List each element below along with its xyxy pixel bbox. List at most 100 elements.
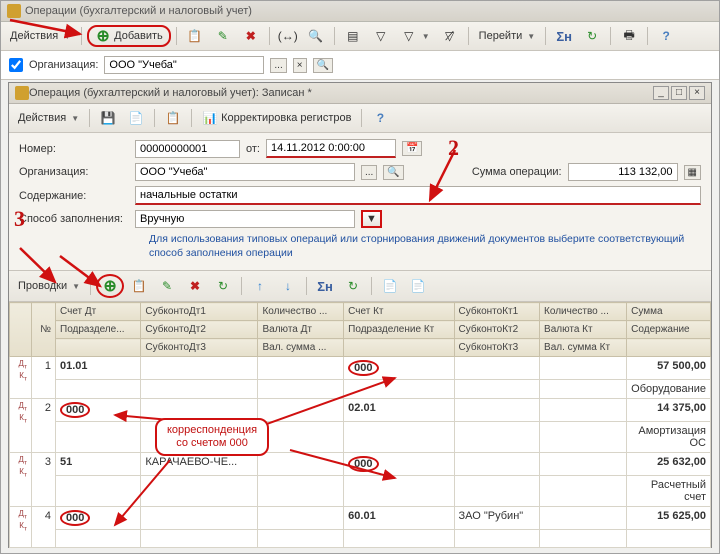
help-button[interactable]: ? [653,25,679,47]
sigma-button[interactable]: Σн [551,25,577,47]
cell-acct-kt[interactable]: 000 [344,357,454,380]
cell-sum[interactable]: 15 625,00 [627,507,711,530]
cell-acct-kt[interactable]: 000 [344,453,454,476]
cell-subk-kt[interactable]: ЗАО "Рубин" [454,507,540,530]
typical-button[interactable]: 📋 [160,107,186,129]
operation-edit-window: Операция (бухгалтерский и налоговый учет… [8,82,712,548]
form2-button[interactable]: 📄 [405,275,431,297]
cell-subk-kt[interactable] [454,399,540,422]
date-input[interactable] [266,139,396,158]
delete-button[interactable]: ✖ [238,25,264,47]
cell-acct-dt[interactable]: 000 [56,507,141,530]
post-button[interactable]: 📄 [123,107,149,129]
sum-calc-button[interactable]: ▦ [684,165,701,180]
cell-desc[interactable]: Оборудование [627,380,711,399]
org-select-button[interactable]: ... [270,58,286,73]
org-filter-input[interactable] [104,56,264,74]
help-button[interactable]: ? [367,107,393,129]
filter2-button[interactable]: ▽▼ [396,25,435,47]
plus-icon: ⊕ [102,278,118,294]
table-row-sub[interactable]: Оборудование [10,380,711,399]
col-sum[interactable]: Сумма [627,303,711,321]
org-filter-checkbox[interactable] [9,58,23,72]
sum-input[interactable] [568,163,678,181]
tree-button[interactable]: ▤ [340,25,366,47]
cell-sum[interactable]: 57 500,00 [627,357,711,380]
calendar-button[interactable]: 📅 [402,141,422,156]
clear-filter-button[interactable]: ▽̸ [437,25,463,47]
entries-label[interactable]: Проводки▼ [13,277,85,295]
cell-subk-dt[interactable] [141,507,258,530]
form-area: Номер: от: 📅 Организация: ... 🔍 Сумма оп… [9,133,711,266]
refresh-rows-button[interactable]: ↻ [210,275,236,297]
table-row[interactable]: ДтКт 2 000 02.01 14 375,00 [10,399,711,422]
number-input[interactable] [135,140,240,158]
fill-mode-dropdown[interactable]: ▼ [361,210,382,228]
table-row[interactable]: ДтКт 4 000 60.01 ЗАО "Рубин" 15 625,00 [10,507,711,530]
cell-acct-dt[interactable]: 01.01 [56,357,141,380]
refresh2-button[interactable]: ↻ [340,275,366,297]
table-row[interactable]: ДтКт 1 01.01 000 57 500,00 [10,357,711,380]
print-button[interactable]: 🖶 [616,25,642,47]
actions-menu[interactable]: Действия ▼ [5,27,76,45]
move-up-button[interactable]: ↑ [247,275,273,297]
arrow-up-icon: ↑ [252,278,268,294]
cell-acct-kt[interactable]: 02.01 [344,399,454,422]
cell-subk-dt[interactable] [141,357,258,380]
cell-acct-dt[interactable]: 000 [56,399,141,422]
col-num[interactable]: № [32,303,56,357]
cell-sum[interactable]: 25 632,00 [627,453,711,476]
org-open-button[interactable]: 🔍 [383,165,403,180]
table-row[interactable]: ДтКт 3 51 КАРАЧАЕВО-ЧЕ... 000 25 632,00 [10,453,711,476]
org-clear-button[interactable]: × [293,58,307,73]
org-input[interactable] [135,163,355,181]
cell-acct-kt[interactable]: 60.01 [344,507,454,530]
cell-acct-dt[interactable]: 51 [56,453,141,476]
outer-window-title: Операции (бухгалтерский и налоговый учет… [25,5,252,17]
minimize-button[interactable]: _ [653,86,669,100]
table-row-sub[interactable] [10,530,711,548]
cell-desc[interactable]: Расчетный счет [627,476,711,507]
col-acct-dt[interactable]: Счет Дт [56,303,141,321]
refresh-button[interactable]: ↻ [579,25,605,47]
add-button[interactable]: ⊕ Добавить [87,25,171,47]
move-down-button[interactable]: ↓ [275,275,301,297]
col-qty-kt[interactable]: Количество ... [540,303,627,321]
cell-subk-kt[interactable] [454,357,540,380]
org-select-button[interactable]: ... [361,165,377,180]
copy-row-button[interactable]: 📋 [126,275,152,297]
nav-button[interactable]: (↔) [275,25,301,47]
maximize-button[interactable]: □ [671,86,687,100]
sigma-button[interactable]: Σн [312,275,338,297]
find-button[interactable]: 🔍 [303,25,329,47]
filter-button[interactable]: ▽ [368,25,394,47]
col-subk-kt1[interactable]: СубконтоКт1 [454,303,540,321]
delete-row-button[interactable]: ✖ [182,275,208,297]
edit-button[interactable]: ✎ [210,25,236,47]
cell-desc[interactable]: Амортизация ОС [627,422,711,453]
close-button[interactable]: × [689,86,705,100]
cell-subk-dt[interactable]: КАРАЧАЕВО-ЧЕ... [141,453,258,476]
date-from-label: от: [246,143,260,155]
cell-desc[interactable] [627,530,711,548]
fill-mode-input[interactable] [135,210,355,228]
actions-menu[interactable]: Действия▼ [13,109,84,127]
table-row-sub[interactable]: Расчетный счет [10,476,711,507]
col-acct-kt[interactable]: Счет Кт [344,303,454,321]
col-subk-dt1[interactable]: СубконтоДт1 [141,303,258,321]
edit-row-button[interactable]: ✎ [154,275,180,297]
copy-button[interactable]: 📋 [182,25,208,47]
cell-sum[interactable]: 14 375,00 [627,399,711,422]
org-open-button[interactable]: 🔍 [313,58,333,73]
form1-button[interactable]: 📄 [377,275,403,297]
cell-subk-kt[interactable] [454,453,540,476]
content-input[interactable] [135,186,701,205]
col-qty-dt[interactable]: Количество ... [258,303,344,321]
save-button[interactable]: 💾 [95,107,121,129]
goto-menu[interactable]: Перейти▼ [474,27,541,45]
korrect-button[interactable]: 📊Корректировка регистров [197,107,356,129]
entries-grid[interactable]: № Счет Дт СубконтоДт1 Количество ... Сче… [9,302,711,548]
sigma-icon: Σн [556,28,572,44]
add-row-button[interactable]: ⊕ [96,274,124,298]
table-row-sub[interactable]: Амортизация ОС [10,422,711,453]
